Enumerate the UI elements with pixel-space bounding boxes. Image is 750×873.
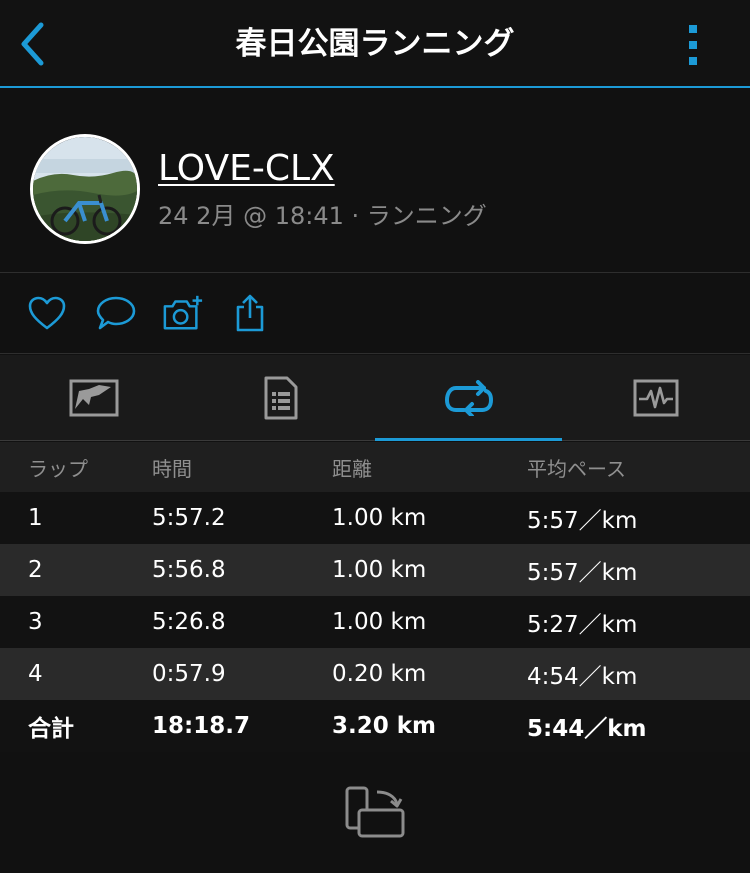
table-row: 4 0:57.9 0.20 km 4:54／km [0,648,750,700]
add-photo-button[interactable] [162,292,204,334]
comment-icon [96,296,136,330]
share-icon [236,294,264,332]
lap-pace: 5:27／km [527,612,638,638]
details-list-icon [264,376,297,420]
top-bar: 春日公園ランニング [0,0,750,88]
bicycle-landscape-photo [33,137,137,241]
lap-time: 5:26.8 [152,609,226,635]
rotate-screen-button[interactable] [340,782,410,842]
header-time: 時間 [152,456,192,481]
lap-pace: 5:57／km [527,508,638,534]
like-button[interactable] [26,292,68,334]
lap-pace: 4:54／km [527,664,638,690]
laps-table: ラップ 時間 距離 平均ペース 1 5:57.2 1.00 km 5:57／km… [0,442,750,752]
lap-distance: 1.00 km [332,557,427,583]
more-options-button[interactable] [678,22,708,68]
lap-number: 1 [28,505,43,531]
table-total-row: 合計 18:18.7 3.20 km 5:44／km [0,700,750,752]
lap-distance: 0.20 km [332,661,427,687]
map-icon [69,379,118,417]
back-button[interactable] [12,20,52,68]
total-label: 合計 [28,716,74,742]
table-header: ラップ 時間 距離 平均ペース [0,442,750,492]
chevron-left-icon [21,22,44,66]
share-button[interactable] [229,292,271,334]
table-row: 3 5:26.8 1.00 km 5:27／km [0,596,750,648]
tab-charts[interactable] [562,355,749,441]
total-distance: 3.20 km [332,713,437,739]
add-photo-icon [163,295,203,330]
laps-loop-icon [444,380,493,416]
lap-number: 2 [28,557,43,583]
comment-button[interactable] [95,292,137,334]
avatar[interactable] [30,134,140,244]
tab-details[interactable] [187,355,374,441]
lap-time: 5:56.8 [152,557,226,583]
chart-icon [633,379,678,417]
more-vertical-icon [689,25,697,65]
page-title: 春日公園ランニング [235,26,515,62]
header-distance: 距離 [332,456,372,481]
activity-date-type: 24 2月 @ 18:41 · ランニング [158,202,487,230]
lap-distance: 1.00 km [332,505,427,531]
lap-distance: 1.00 km [332,609,427,635]
activity-name-link[interactable]: LOVE-CLX [158,148,335,189]
lap-time: 0:57.9 [152,661,226,687]
tab-laps[interactable] [375,355,562,441]
header-lap: ラップ [28,456,88,481]
rotate-screen-icon [345,786,405,838]
action-bar [0,274,750,354]
tab-map[interactable] [0,355,187,441]
lap-number: 3 [28,609,43,635]
lap-time: 5:57.2 [152,505,226,531]
header-avg-pace: 平均ペース [527,456,626,481]
table-row: 2 5:56.8 1.00 km 5:57／km [0,544,750,596]
total-time: 18:18.7 [152,713,250,739]
lap-pace: 5:57／km [527,560,638,586]
activity-tabs [0,355,750,441]
heart-icon [28,296,66,330]
table-row: 1 5:57.2 1.00 km 5:57／km [0,492,750,544]
total-pace: 5:44／km [527,716,647,742]
lap-number: 4 [28,661,43,687]
activity-summary: LOVE-CLX 24 2月 @ 18:41 · ランニング [0,90,750,273]
